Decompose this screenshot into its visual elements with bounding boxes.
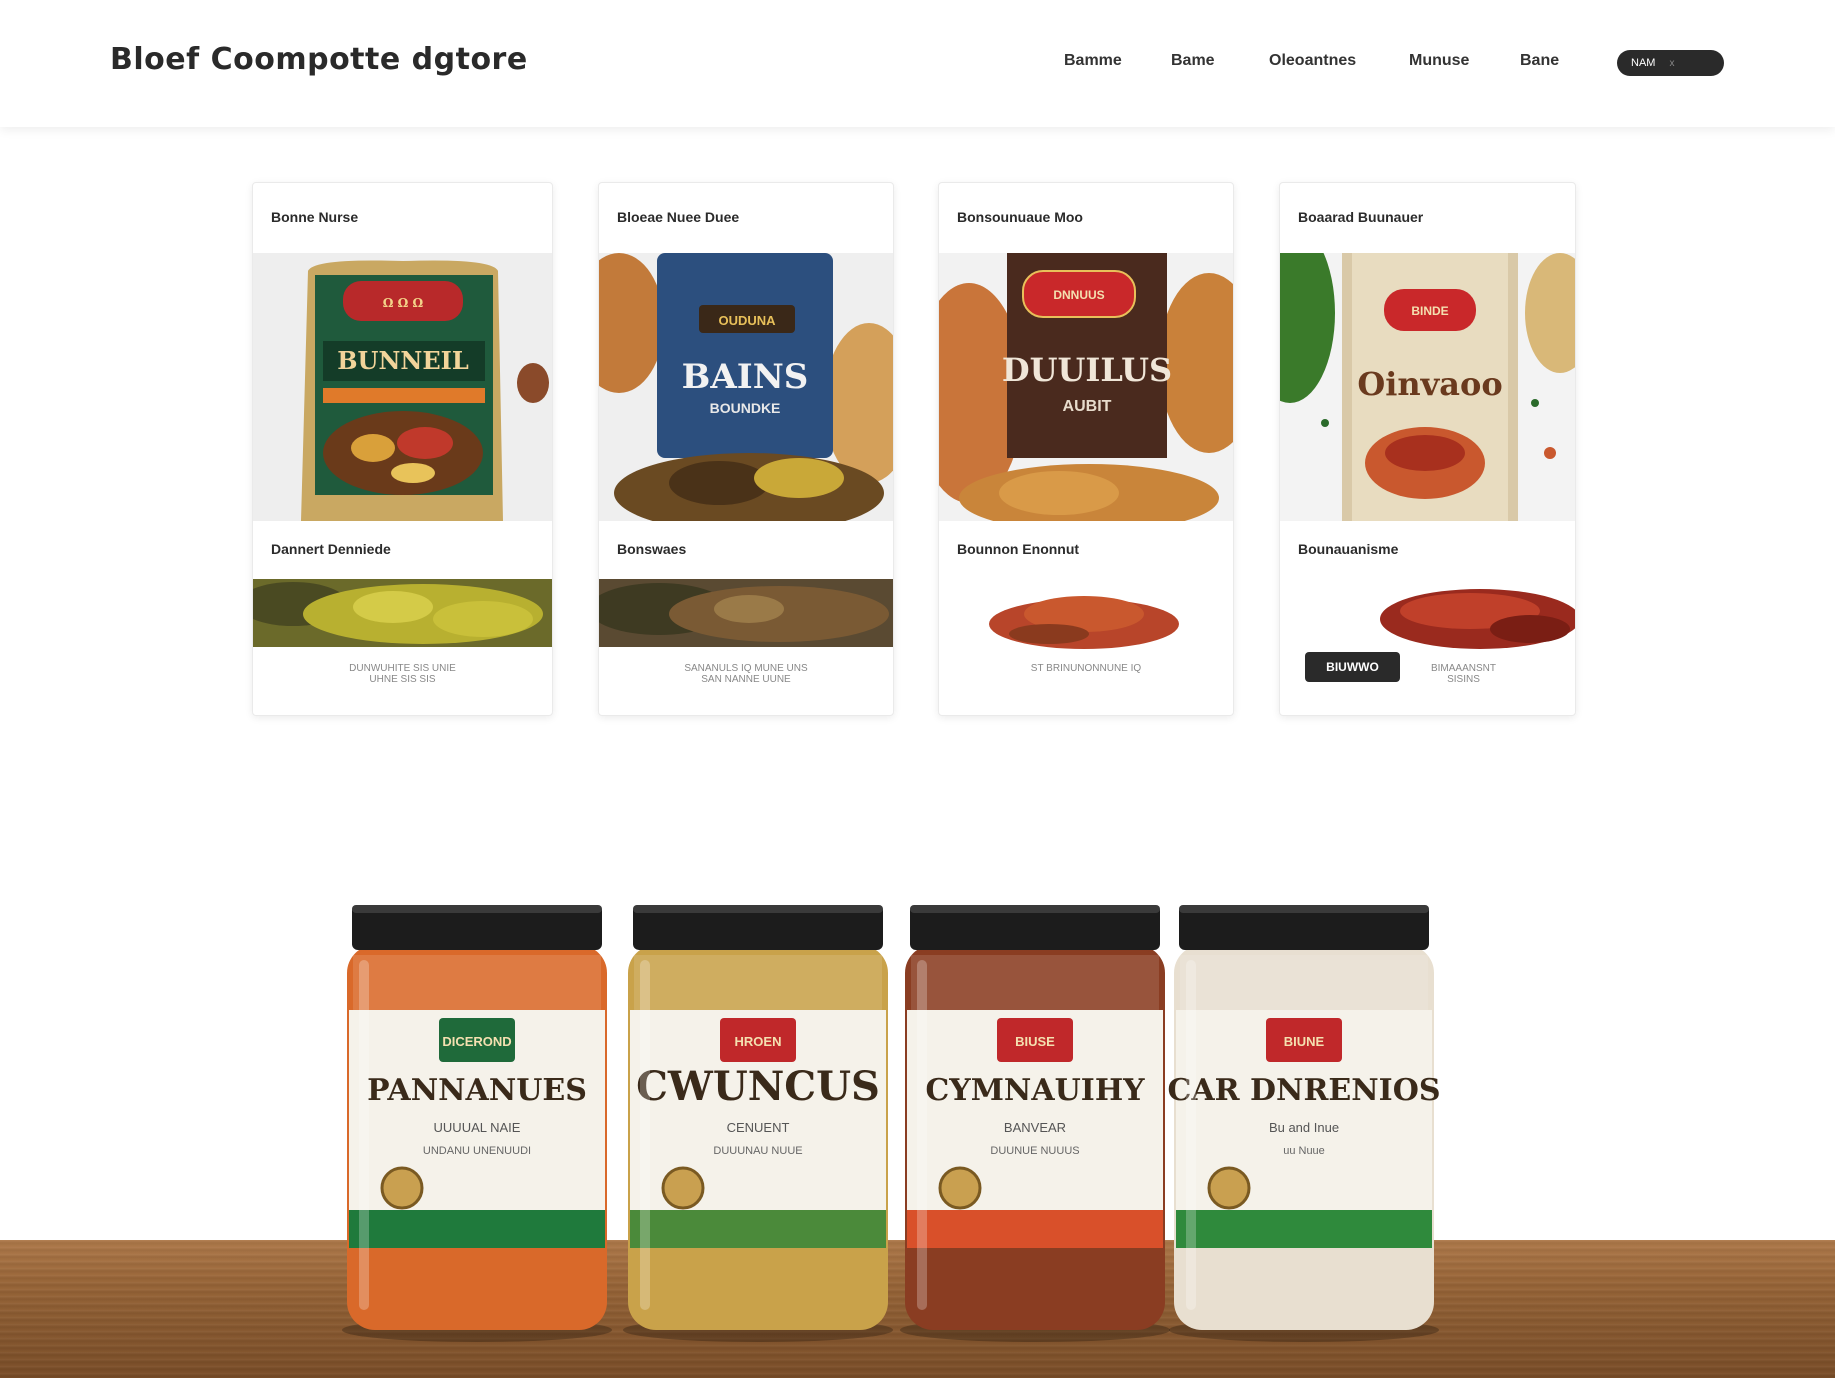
package-badge: OUDUNA	[718, 313, 776, 328]
product-card-2[interactable]: Bloeae Nuee Duee OUDUNA BAINS BOUNDKE Bo…	[598, 182, 894, 716]
package-name: DUUILUS	[1002, 351, 1172, 389]
product-image[interactable]: Ω Ω Ω BUNNEIL	[253, 253, 552, 521]
nav-link-2[interactable]: Bame	[1171, 52, 1215, 70]
package-illustration: DNNUUS DUUILUS AUBIT	[939, 253, 1233, 521]
main-nav: Bamme Bame Oleoantnes Munuse Bane	[0, 52, 1835, 78]
header-action-button[interactable]: NAM x	[1617, 50, 1724, 76]
jar-badge-text: DICEROND	[442, 1034, 511, 1049]
seal-icon	[661, 1166, 705, 1210]
jar-name: PANNANUES	[367, 1073, 587, 1108]
meta-line: DUNWUHITE SIS UNIE	[349, 663, 456, 674]
product-card-1[interactable]: Bonne Nurse Ω Ω Ω BUNNEIL Dannert Dennie…	[252, 182, 553, 716]
package-illustration: Ω Ω Ω BUNNEIL	[253, 253, 552, 521]
seal-icon	[1207, 1166, 1251, 1210]
meta-line: SAN NANNE UUNE	[701, 674, 791, 685]
product-card-4[interactable]: Boaarad Buunauer BINDE Oinvaoo Bounauani…	[1279, 182, 1576, 716]
meta-line: SANANULS IQ MUNE UNS	[684, 663, 808, 674]
nav-link-1[interactable]: Bamme	[1064, 52, 1122, 70]
seal-icon	[938, 1166, 982, 1210]
jar-line: UNDANU UNENUUDI	[423, 1145, 531, 1157]
jar-label-band	[630, 1210, 886, 1248]
product-strip-image	[253, 579, 552, 649]
package-illustration: OUDUNA BAINS BOUNDKE	[599, 253, 893, 521]
jar-line: Bu and Inue	[1269, 1120, 1339, 1135]
jar-line: BANVEAR	[1004, 1120, 1066, 1135]
card-meta: DUNWUHITE SIS UNIE UHNE SIS SIS	[253, 663, 552, 685]
nav-link-4[interactable]: Munuse	[1409, 52, 1469, 70]
jar-name: CAR DNRENIOS	[1167, 1073, 1440, 1108]
card-subtitle: Dannert Denniede	[271, 541, 391, 557]
product-image[interactable]: DNNUUS DUUILUS AUBIT	[939, 253, 1233, 521]
product-image[interactable]: OUDUNA BAINS BOUNDKE	[599, 253, 893, 521]
meta-line: UHNE SIS SIS	[369, 674, 436, 685]
card-title: Bonne Nurse	[271, 209, 359, 225]
jar-line: DUUUNAU NUUE	[713, 1145, 802, 1157]
close-icon: x	[1669, 57, 1675, 69]
card-subtitle: Bounauanisme	[1298, 541, 1399, 557]
hero-banner: DICEROND PANNANUES UUUUAL NAIE UNDANU UNENU…	[0, 870, 1835, 1378]
package-badge: DNNUUS	[1053, 288, 1104, 302]
package-sub: BOUNDKE	[710, 400, 781, 416]
jar-label-band	[349, 1210, 605, 1248]
nav-link-3[interactable]: Oleoantnes	[1269, 52, 1356, 70]
card-title: Bloeae Nuee Duee	[617, 209, 740, 225]
jar-line: CENUENT	[727, 1120, 790, 1135]
jar-name: CYMNAUIHY	[925, 1073, 1145, 1108]
jar-badge-text: BIUNE	[1284, 1034, 1325, 1049]
product-strip-image	[1280, 579, 1575, 649]
jar-line: DUUNUE NUUUS	[990, 1145, 1079, 1157]
card-subtitle: Bonswaes	[617, 541, 687, 557]
package-name: BUNNEIL	[337, 346, 469, 375]
jar-badge-text: HROEN	[735, 1034, 782, 1049]
meta-line: ST BRINUNONNUNE IQ	[1030, 663, 1142, 674]
package-sub: AUBIT	[1063, 398, 1112, 415]
package-badge: BINDE	[1411, 304, 1448, 318]
product-strip-image	[939, 579, 1233, 649]
jar-line: uu Nuue	[1283, 1145, 1325, 1157]
package-illustration: BINDE Oinvaoo	[1280, 253, 1575, 521]
product-strip-image	[599, 579, 893, 649]
svg-text:Ω Ω Ω: Ω Ω Ω	[383, 296, 424, 310]
product-card-3[interactable]: Bonsounuaue Moo DNNUUS DUUILUS AUBIT Bou…	[938, 182, 1234, 716]
jar-name: CWUNCUS	[636, 1063, 880, 1110]
meta-line: BIMAAANSNT	[1430, 663, 1496, 674]
package-name: BAINS	[682, 357, 809, 397]
card-title: Bonsounuaue Moo	[957, 209, 1083, 225]
product-image[interactable]: BINDE Oinvaoo	[1280, 253, 1575, 521]
card-title: Boaarad Buunauer	[1298, 209, 1424, 225]
nav-link-5[interactable]: Bane	[1520, 52, 1559, 70]
jar: HROEN CWUNCUS CENUENT DUUUNAU NUUE	[623, 905, 893, 1342]
card-meta: BIMAAANSNT SISINS	[1350, 663, 1575, 685]
jar-line: UUUUAL NAIE	[434, 1120, 521, 1135]
seal-icon	[380, 1166, 424, 1210]
jar: DICEROND PANNANUES UUUUAL NAIE UNDANU UNENU…	[342, 905, 612, 1342]
jar-label-band	[1176, 1210, 1432, 1248]
jars-illustration: DICEROND PANNANUES UUUUAL NAIE UNDANU UNENU…	[342, 905, 1441, 1342]
jar-badge-text: BIUSE	[1015, 1034, 1055, 1049]
site-header: Bloef Coompotte dgtore Bamme Bame Oleoan…	[0, 0, 1835, 127]
header-action-label: NAM	[1631, 57, 1656, 69]
meta-line: SISINS	[1447, 674, 1480, 685]
jar: BIUNE CAR DNRENIOS Bu and Inue uu Nuue	[1167, 905, 1441, 1342]
card-meta: ST BRINUNONNUNE IQ	[939, 663, 1233, 674]
card-meta: SANANULS IQ MUNE UNS SAN NANNE UUNE	[599, 663, 893, 685]
package-name: Oinvaoo	[1357, 365, 1502, 403]
card-subtitle: Bounnon Enonnut	[957, 541, 1080, 557]
jar: BIUSE CYMNAUIHY BANVEAR DUUNUE NUUUS	[900, 905, 1170, 1342]
jar-label-band	[907, 1210, 1163, 1248]
